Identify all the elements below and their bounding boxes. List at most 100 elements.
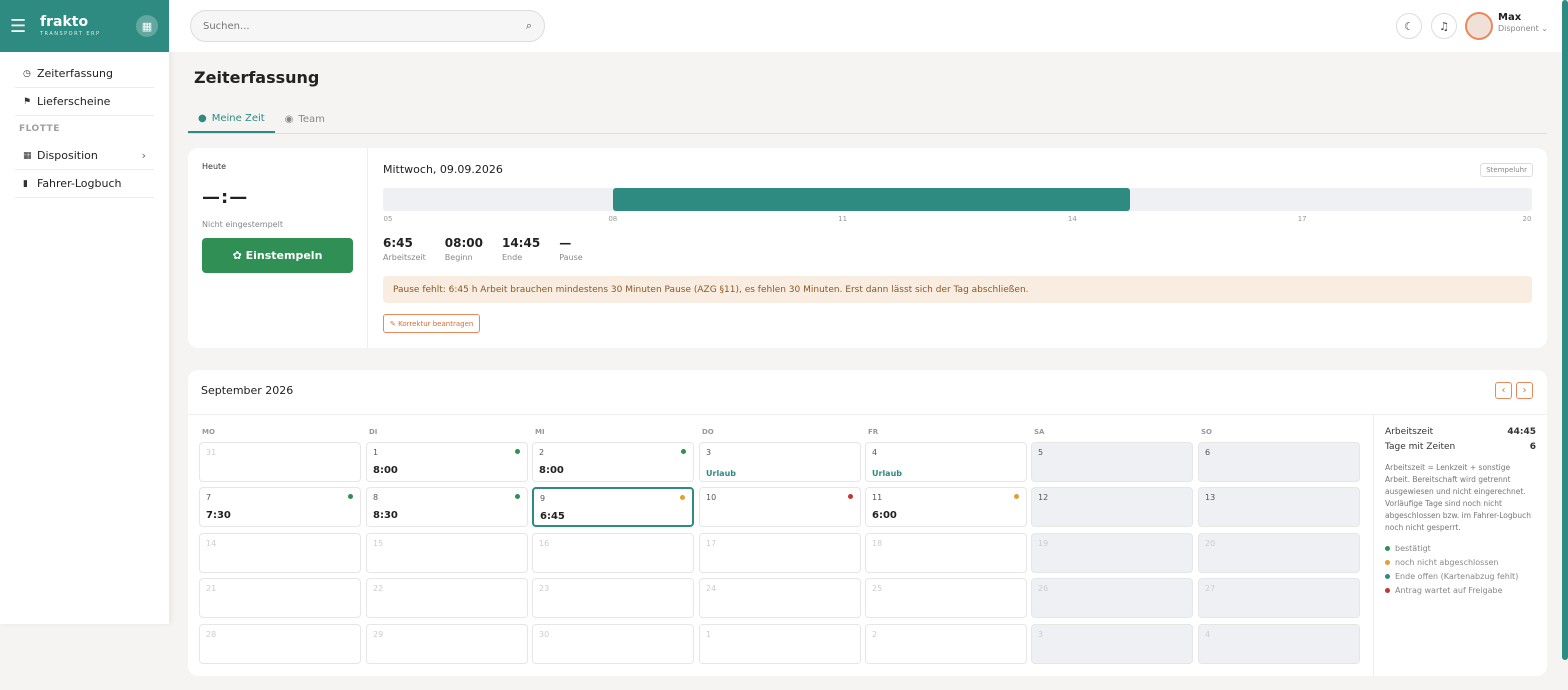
sidebar-item-zeiterfassung[interactable]: ◷ Zeiterfassung bbox=[15, 60, 154, 88]
stat-value: 08:00 bbox=[444, 236, 483, 250]
timeline-work-bar bbox=[612, 188, 1130, 211]
day-number: 5 bbox=[1038, 448, 1044, 457]
search-icon[interactable]: ⌕ bbox=[526, 19, 532, 33]
day-hours: 6:45 bbox=[540, 511, 565, 522]
calendar-day[interactable]: 20 bbox=[1198, 533, 1360, 573]
calendar-day[interactable]: 13 bbox=[1198, 487, 1360, 527]
calendar-day[interactable]: 24 bbox=[699, 578, 861, 618]
chevron-left-icon: ‹ bbox=[1501, 385, 1506, 396]
apps-icon[interactable]: ▦ bbox=[136, 15, 158, 37]
day-number: 29 bbox=[373, 630, 384, 639]
day-hours: 7:30 bbox=[206, 510, 231, 521]
chevron-down-icon: ⌄ bbox=[1541, 24, 1548, 33]
legend-dot bbox=[1385, 588, 1390, 593]
day-number: 10 bbox=[706, 493, 717, 502]
status-dot bbox=[848, 494, 853, 499]
calendar-day[interactable]: 27 bbox=[1198, 578, 1360, 618]
sidebar: ☰ frakto TRANSPORT ERP ▦ ◷ Zeiterfassung… bbox=[0, 0, 169, 624]
next-month-button[interactable]: › bbox=[1516, 382, 1533, 399]
day-number: 26 bbox=[1038, 584, 1049, 593]
calendar-day[interactable]: 2 8:00 bbox=[532, 442, 694, 482]
summary-note: Arbeitszeit = Lenkzeit + sonstige Arbeit… bbox=[1385, 463, 1532, 532]
sidebar-item-label: Fahrer-Logbuch bbox=[37, 177, 122, 190]
calendar-day[interactable]: 22 bbox=[366, 578, 528, 618]
user-menu[interactable]: Max Disponent ⌄ bbox=[1498, 12, 1548, 34]
user-role: Disponent bbox=[1498, 24, 1539, 33]
day-number: 6 bbox=[1205, 448, 1211, 457]
sidebar-item-disposition[interactable]: ▦ Disposition › bbox=[15, 142, 154, 170]
calendar-day[interactable]: 9 6:45 bbox=[532, 487, 694, 527]
day-number: 1 bbox=[373, 448, 379, 457]
tab-team[interactable]: ◉ Team bbox=[275, 106, 335, 133]
calendar-day[interactable]: 1 bbox=[699, 624, 861, 664]
stat-pause: — Pause bbox=[559, 236, 583, 262]
calendar-day[interactable]: 25 bbox=[865, 578, 1027, 618]
search-box[interactable]: ⌕ bbox=[190, 10, 545, 42]
timeline-tick: 14 bbox=[1067, 215, 1077, 223]
calendar-day[interactable]: 2 bbox=[865, 624, 1027, 664]
calendar-day[interactable]: 8 8:30 bbox=[366, 487, 528, 527]
summary-value: 6 bbox=[1529, 442, 1536, 452]
day-hours: 8:00 bbox=[373, 465, 398, 476]
day-detail: Mittwoch, 09.09.2026 Stempeluhr 05 08 11 14… bbox=[383, 148, 1533, 348]
calendar-day[interactable]: 29 bbox=[366, 624, 528, 664]
day-number: 23 bbox=[539, 584, 550, 593]
calendar-day[interactable]: 3 Urlaub bbox=[699, 442, 861, 482]
calendar-day[interactable]: 18 bbox=[865, 533, 1027, 573]
scrollbar[interactable] bbox=[1562, 0, 1568, 660]
calendar-day[interactable]: 16 bbox=[532, 533, 694, 573]
weekday-header: MI bbox=[535, 428, 545, 436]
calendar-day[interactable]: 3 bbox=[1031, 624, 1193, 664]
calendar-day[interactable]: 23 bbox=[532, 578, 694, 618]
calendar-day[interactable]: 7 7:30 bbox=[199, 487, 361, 527]
sidebar-item-lieferscheine[interactable]: ⚑ Lieferscheine bbox=[15, 88, 154, 116]
stat-value: 6:45 bbox=[383, 236, 413, 250]
calendar-day[interactable]: 15 bbox=[366, 533, 528, 573]
calendar-day[interactable]: 26 bbox=[1031, 578, 1193, 618]
status-dot bbox=[515, 449, 520, 454]
legend-item: Ende offen (Kartenabzug fehlt) bbox=[1385, 572, 1536, 581]
calendar-day[interactable]: 14 bbox=[199, 533, 361, 573]
user-clock-icon: ● bbox=[198, 113, 207, 124]
calendar-day[interactable]: 28 bbox=[199, 624, 361, 664]
calendar-day[interactable]: 21 bbox=[199, 578, 361, 618]
prev-month-button[interactable]: ‹ bbox=[1495, 382, 1512, 399]
day-date: Mittwoch, 09.09.2026 bbox=[383, 163, 503, 176]
users-icon: ◉ bbox=[284, 114, 294, 125]
sidebar-item-fahrer-logbuch[interactable]: ▮ Fahrer-Logbuch bbox=[15, 170, 154, 198]
correction-request-button[interactable]: ✎ Korrektur beantragen bbox=[383, 314, 481, 333]
menu-icon[interactable]: ☰ bbox=[10, 16, 34, 37]
legend-label: noch nicht abgeschlossen bbox=[1395, 558, 1499, 567]
stat-value: 14:45 bbox=[501, 236, 541, 250]
calendar-day[interactable]: 6 bbox=[1198, 442, 1360, 482]
brand-logo[interactable]: frakto TRANSPORT ERP bbox=[40, 15, 101, 37]
calendar-day[interactable]: 10 bbox=[699, 487, 861, 527]
tab-meine-zeit[interactable]: ● Meine Zeit bbox=[188, 106, 275, 133]
legend-item: bestätigt bbox=[1385, 544, 1536, 553]
calendar-day[interactable]: 17 bbox=[699, 533, 861, 573]
calendar-day[interactable]: 5 bbox=[1031, 442, 1193, 482]
today-card: Heute —:— Nicht eingestempelt ✿ Einstemp… bbox=[188, 148, 1547, 348]
calendar-day[interactable]: 19 bbox=[1031, 533, 1193, 573]
dark-mode-toggle[interactable]: ☾ bbox=[1396, 13, 1422, 39]
calendar-day[interactable]: 4 Urlaub bbox=[865, 442, 1027, 482]
legend-dot bbox=[1385, 574, 1390, 579]
calendar-day[interactable]: 1 8:00 bbox=[366, 442, 528, 482]
search-input[interactable] bbox=[203, 20, 526, 32]
day-number: 19 bbox=[1038, 539, 1049, 548]
calendar-day[interactable]: 11 6:00 bbox=[865, 487, 1027, 527]
calendar-day[interactable]: 4 bbox=[1198, 624, 1360, 664]
day-number: 18 bbox=[872, 539, 883, 548]
status-dot bbox=[348, 494, 353, 499]
stempeluhr-badge: Stempeluhr bbox=[1480, 163, 1533, 177]
notifications-button[interactable]: ♫ bbox=[1431, 13, 1457, 39]
weekday-header: DO bbox=[702, 428, 714, 436]
day-number: 15 bbox=[373, 539, 384, 548]
stamp-in-button[interactable]: ✿ Einstempeln bbox=[202, 238, 353, 273]
calendar-day[interactable]: 30 bbox=[532, 624, 694, 664]
avatar[interactable] bbox=[1465, 12, 1493, 40]
calendar-day[interactable]: 31 bbox=[199, 442, 361, 482]
chevron-right-icon: › bbox=[1522, 385, 1527, 396]
calendar-day[interactable]: 12 bbox=[1031, 487, 1193, 527]
day-number: 31 bbox=[206, 448, 217, 457]
